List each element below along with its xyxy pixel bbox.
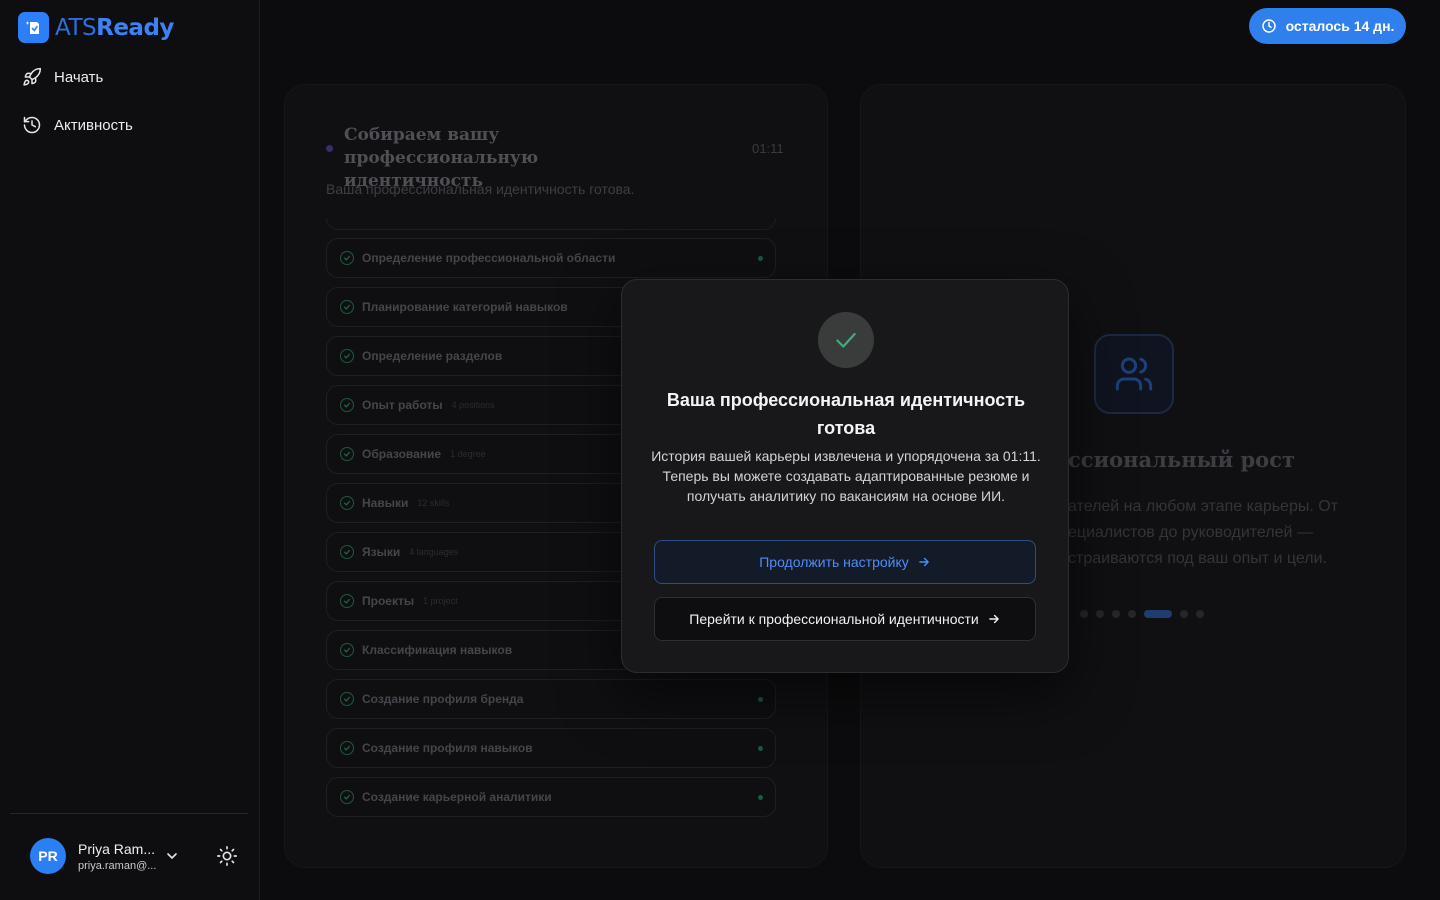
modal-text: История вашей карьеры извлечена и упоряд… [651,448,1041,504]
step-status-dot [758,795,763,800]
users-icon [1094,334,1174,414]
check-circle-icon [340,349,354,363]
trial-badge[interactable]: осталось 14 дн. [1249,8,1406,44]
logo-text: ATSReady [55,14,174,41]
chevron-down-icon[interactable] [164,848,180,864]
trial-label: осталось 14 дн. [1285,18,1395,34]
step-label: Создание профиля навыков [362,741,533,755]
nav-item-start[interactable]: Начать [22,67,103,87]
check-circle-icon [340,545,354,559]
carousel-dot[interactable] [1080,610,1088,618]
clock-icon [1261,19,1276,33]
check-icon [818,312,874,368]
list-item: Создание профиля навыков [326,728,776,768]
step-label: Языки [362,545,401,559]
carousel-dot[interactable] [1112,610,1120,618]
arrow-right-icon [918,557,929,567]
step-status-dot [758,697,763,702]
user-name: Priya Ram... [78,840,156,857]
carousel-dots [1080,610,1212,618]
continue-setup-button[interactable]: Продолжить настройку [654,540,1036,584]
status-dot [326,145,333,152]
go-to-identity-label: Перейти к профессиональной идентичности [689,611,979,627]
avatar: PR [30,838,66,874]
list-item: Создание карьерной аналитики [326,777,776,817]
carousel-dot[interactable] [1128,610,1136,618]
sidebar: ATSReady Начать Активность PR Priya Ram.… [0,0,260,900]
step-label: Классификация навыков [362,643,513,657]
step-status-dot [758,256,763,261]
step-label: Создание карьерной аналитики [362,790,552,804]
arrow-right-icon [988,614,999,624]
step-count: 1 degree [450,449,486,459]
list-top-edge [326,218,776,230]
step-label: Навыки [362,496,409,510]
check-circle-icon [340,251,354,265]
carousel-dot[interactable] [1144,610,1172,618]
info-description: ателей на любом этапе карьеры. От ециали… [1068,498,1339,567]
user-menu[interactable]: PR Priya Ram... priya.raman@... [30,838,158,874]
sun-icon[interactable] [216,845,238,867]
app-logo[interactable]: ATSReady [18,12,174,43]
user-email: priya.raman@... [78,859,157,872]
carousel-dot[interactable] [1196,610,1204,618]
progress-subtitle: Ваша профессиональная идентичность готов… [326,181,635,197]
step-label: Создание профиля бренда [362,692,524,706]
step-label: Образование [362,447,442,461]
nav-activity-label: Активность [54,116,133,134]
step-label: Проекты [362,594,415,608]
step-label: Определение профессиональной области [362,251,616,265]
rocket-icon [22,67,42,87]
go-to-identity-button[interactable]: Перейти к профессиональной идентичности [654,597,1036,641]
check-circle-icon [340,692,354,706]
step-label: Опыт работы [362,398,443,412]
success-modal: Ваша профессиональная идентичность готов… [621,279,1069,673]
check-circle-icon [340,594,354,608]
info-title: ссиональный рост [1068,447,1295,472]
progress-time: 01:11 [752,141,784,156]
modal-title: Ваша профессиональная идентичность готов… [666,390,1026,438]
check-circle-icon [340,643,354,657]
check-circle-icon [340,447,354,461]
history-icon [22,115,42,135]
nav-item-activity[interactable]: Активность [22,115,133,135]
step-count: 4 positions [451,400,495,410]
continue-setup-label: Продолжить настройку [759,554,909,570]
nav-start-label: Начать [54,68,104,86]
step-label: Определение разделов [362,349,503,363]
carousel-dot[interactable] [1180,610,1188,618]
list-item: Создание профиля бренда [326,679,776,719]
sidebar-divider [10,813,248,814]
list-item: Определение профессиональной области [326,238,776,278]
check-circle-icon [340,300,354,314]
carousel-dot[interactable] [1096,610,1104,618]
step-status-dot [758,746,763,751]
logo-icon [18,12,49,43]
check-circle-icon [340,741,354,755]
step-label: Планирование категорий навыков [362,300,568,314]
step-count: 1 project [423,596,458,606]
check-circle-icon [340,496,354,510]
check-circle-icon [340,398,354,412]
step-count: 4 languages [409,547,459,557]
check-circle-icon [340,790,354,804]
step-count: 12 skills [417,498,450,508]
